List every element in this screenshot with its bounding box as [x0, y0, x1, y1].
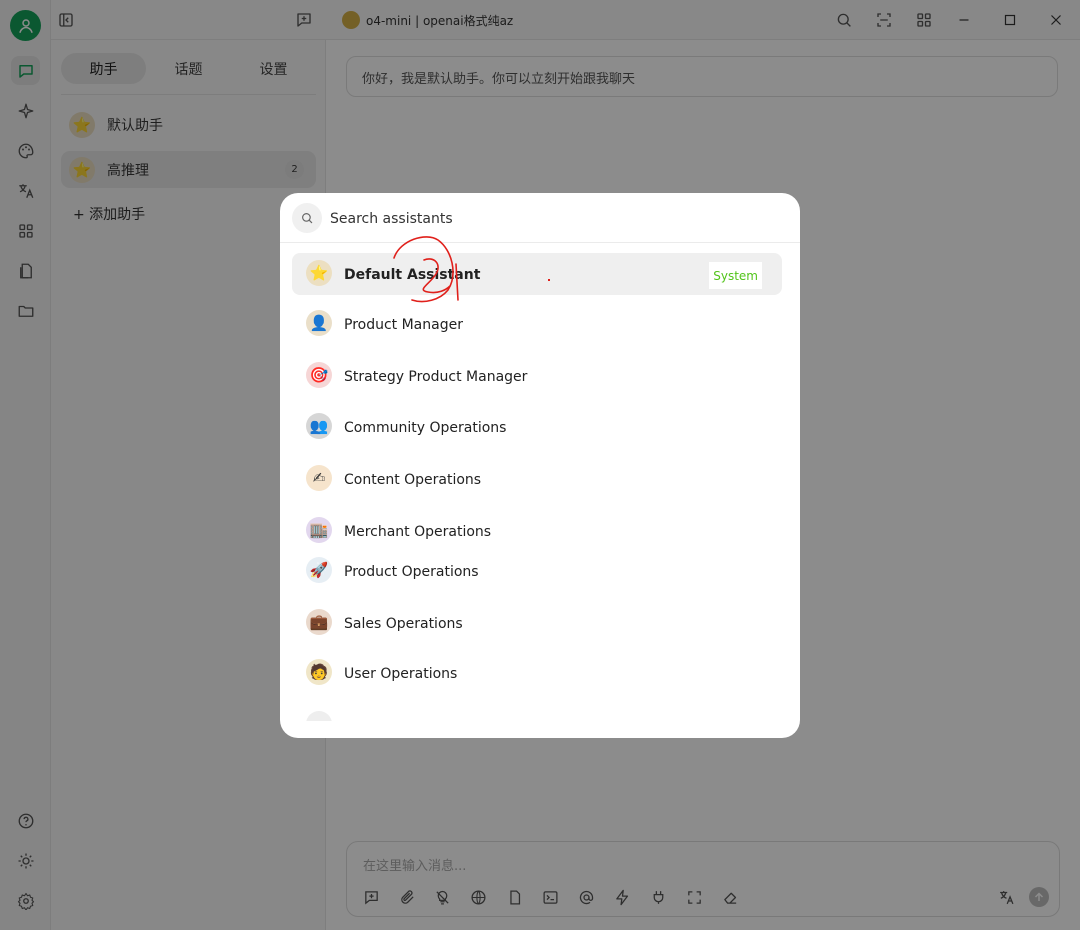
briefcase-icon: 💼: [306, 609, 332, 635]
assistant-option-name: Merchant Operations: [344, 524, 492, 540]
assistant-option-name: Content Operations: [344, 472, 482, 488]
person-icon: 👤: [306, 310, 332, 336]
assistant-option[interactable]: 👥 Community Operations: [292, 406, 782, 448]
search-icon: [292, 203, 322, 233]
assistant-list: ⭐ Default Assistant System 👤 Product Man…: [280, 251, 800, 721]
search-row: [280, 193, 800, 243]
assistant-option-name: User Operations: [344, 666, 458, 682]
target-icon: 🎯: [306, 362, 332, 388]
system-tag: System: [709, 262, 762, 289]
users-icon: 🧑: [306, 659, 332, 685]
assistant-search-modal: ⭐ Default Assistant System 👤 Product Man…: [280, 193, 800, 738]
shop-icon: 🏬: [306, 517, 332, 543]
assistant-option-name: Default Assistant: [344, 267, 481, 283]
assistant-option[interactable]: 🎯 Strategy Product Manager: [292, 355, 782, 397]
assistant-option[interactable]: 🧑 User Operations: [292, 652, 782, 694]
assistant-option[interactable]: 🚀 Product Operations: [292, 550, 782, 592]
assistant-option[interactable]: 👤 Product Manager: [292, 303, 782, 345]
writing-icon: ✍: [306, 465, 332, 491]
assistant-option[interactable]: 💼 Sales Operations: [292, 602, 782, 644]
assistant-option-name: Product Manager: [344, 317, 463, 333]
assistant-option-partial[interactable]: [292, 704, 782, 721]
red-annotation-dot: [548, 279, 550, 281]
assistant-avatar-icon: [306, 711, 332, 721]
star-icon: ⭐: [306, 260, 332, 286]
assistant-option-name: Product Operations: [344, 564, 479, 580]
assistant-option-default[interactable]: ⭐ Default Assistant System: [292, 253, 782, 295]
rocket-icon: 🚀: [306, 557, 332, 583]
assistant-option-name: Community Operations: [344, 420, 507, 436]
assistant-option[interactable]: ✍ Content Operations: [292, 458, 782, 500]
assistant-option[interactable]: 🏬 Merchant Operations: [292, 510, 782, 552]
people-icon: 👥: [306, 413, 332, 439]
assistant-option-name: Strategy Product Manager: [344, 369, 528, 385]
search-assistants-input[interactable]: [330, 207, 770, 231]
assistant-option-name: Sales Operations: [344, 616, 463, 632]
